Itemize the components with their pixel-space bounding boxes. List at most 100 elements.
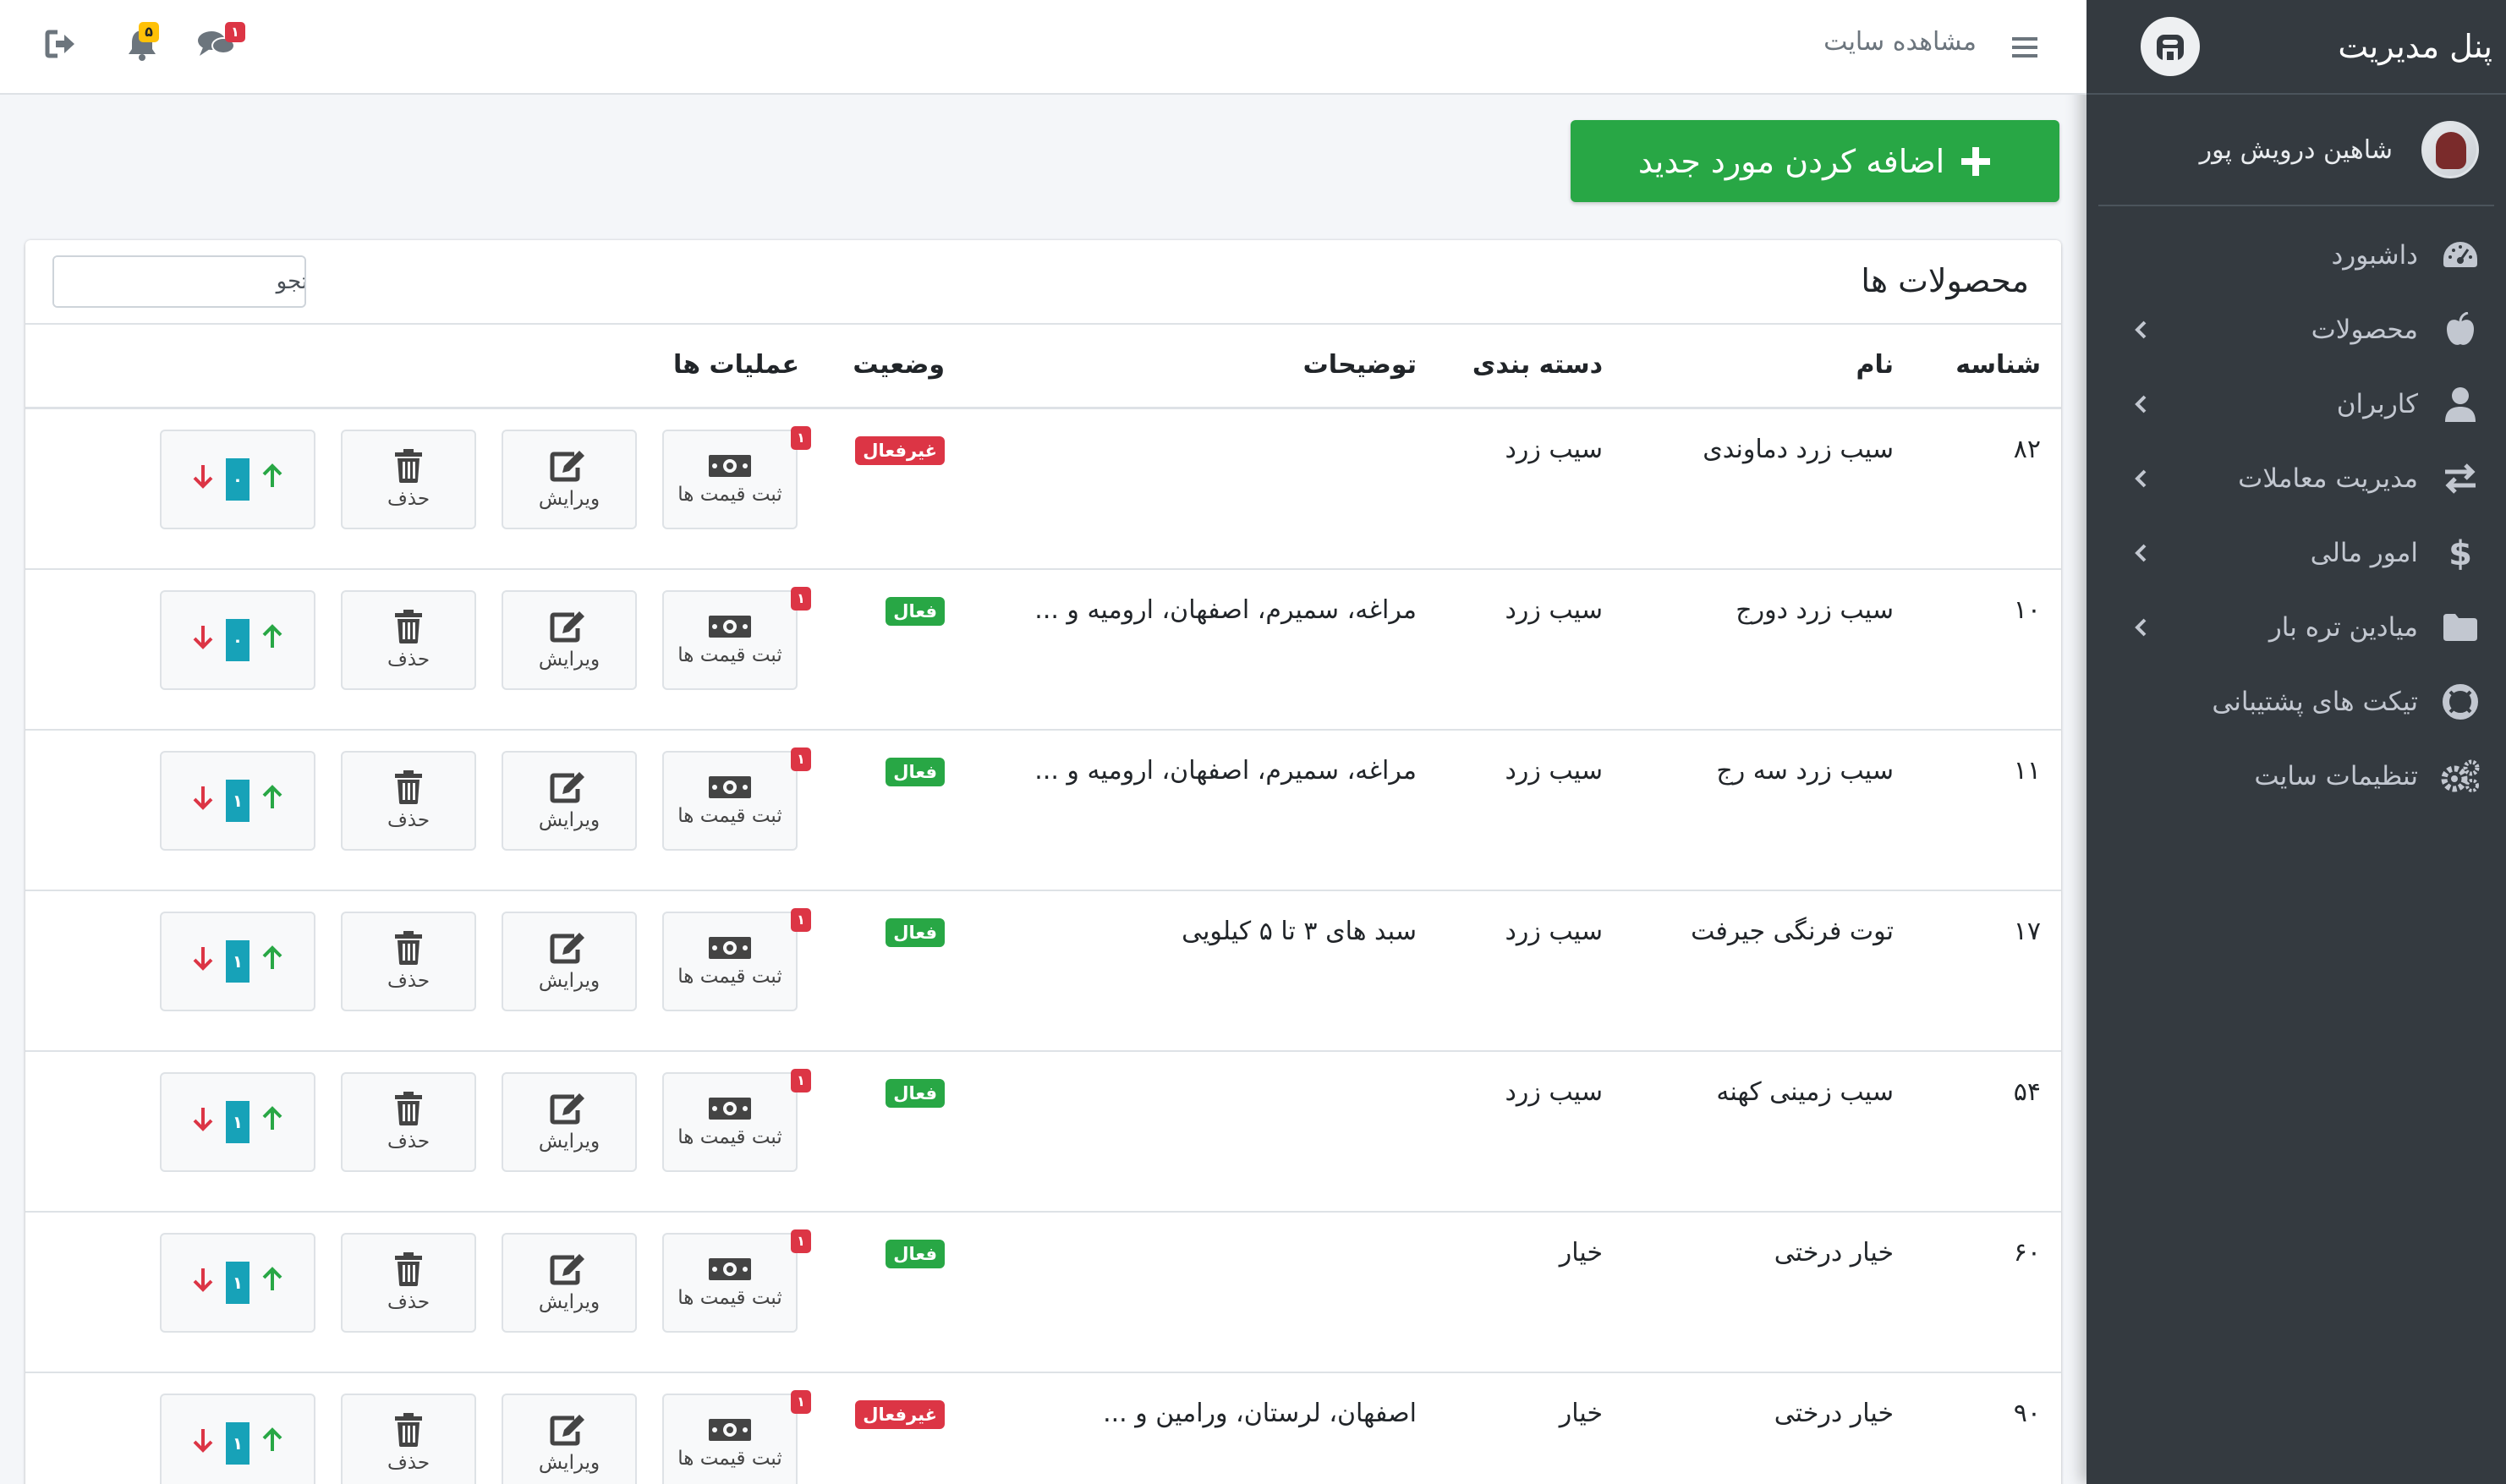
arrow-up-icon xyxy=(262,1427,282,1451)
status-badge: فعال xyxy=(886,1240,945,1268)
move-up-button[interactable] xyxy=(261,1106,283,1138)
trash-icon xyxy=(395,1413,422,1447)
delete-button[interactable]: حذف xyxy=(341,751,476,851)
register-prices-button[interactable]: ثبت قیمت ها ۱ xyxy=(662,587,811,690)
row-category: سیب زرد xyxy=(1505,435,1603,464)
move-up-button[interactable] xyxy=(261,1427,283,1459)
sort-order-controls: ۱ xyxy=(160,1072,315,1172)
edit-button[interactable]: ویرایش xyxy=(502,1072,637,1172)
sign-out-icon xyxy=(45,30,74,58)
column-header-id[interactable]: شناسه xyxy=(1955,350,2041,380)
gears-icon xyxy=(2440,756,2481,797)
row-description: اصفهان، لرستان، ورامین و ... xyxy=(1103,1399,1417,1428)
search-input[interactable] xyxy=(54,257,304,306)
move-down-button[interactable] xyxy=(192,1267,214,1299)
delete-button[interactable]: حذف xyxy=(341,430,476,529)
register-prices-button[interactable]: ثبت قیمت ها ۱ xyxy=(662,1229,811,1333)
status-badge: فعال xyxy=(886,597,945,626)
table-body: ۸۲ سیب زرد دماوندی سیب زرد غیرفعال ثبت ق… xyxy=(25,409,2061,1484)
move-up-button[interactable] xyxy=(261,463,283,496)
edit-button[interactable]: ویرایش xyxy=(502,590,637,690)
logout-button[interactable] xyxy=(37,27,78,68)
trash-icon xyxy=(395,931,422,965)
column-header-status[interactable]: وضعیت xyxy=(853,350,945,380)
sort-order-value: ۱ xyxy=(226,1101,250,1143)
delete-button[interactable]: حذف xyxy=(341,912,476,1011)
sort-order-value: ۱ xyxy=(226,940,250,983)
view-site-link[interactable]: مشاهده سایت xyxy=(1823,27,1977,57)
price-count-badge: ۱ xyxy=(791,1229,811,1253)
row-description: مراغه، سمیرم، اصفهان، ارومیه و ... xyxy=(1034,756,1417,786)
row-name: توت فرنگی جیرفت xyxy=(1691,917,1894,946)
money-bill-icon xyxy=(709,616,751,638)
brand[interactable]: پنل مدیریت xyxy=(2087,0,2506,95)
register-prices-button[interactable]: ثبت قیمت ها ۱ xyxy=(662,908,811,1011)
sidebar-item-products[interactable]: محصولات xyxy=(2087,293,2506,367)
edit-label: ویرایش xyxy=(538,649,600,671)
column-header-name[interactable]: نام xyxy=(1856,350,1894,380)
register-prices-button[interactable]: ثبت قیمت ها ۱ xyxy=(662,1390,811,1484)
trash-icon xyxy=(395,1092,422,1125)
move-up-button[interactable] xyxy=(261,624,283,656)
move-down-button[interactable] xyxy=(192,1106,214,1138)
delete-button[interactable]: حذف xyxy=(341,590,476,690)
search-group xyxy=(52,255,306,308)
sidebar-item-finance[interactable]: $ امور مالی xyxy=(2087,516,2506,590)
brand-logo-icon xyxy=(2141,17,2200,76)
sidebar-item-label: مدیریت معاملات xyxy=(2238,463,2418,494)
sort-order-controls: ۱ xyxy=(160,1233,315,1333)
sort-order-controls: ۱ xyxy=(160,912,315,1011)
edit-button[interactable]: ویرایش xyxy=(502,1394,637,1484)
column-header-description[interactable]: توضیحات xyxy=(1303,350,1417,380)
sidebar-item-markets[interactable]: میادین تره بار xyxy=(2087,590,2506,665)
delete-button[interactable]: حذف xyxy=(341,1072,476,1172)
move-up-button[interactable] xyxy=(261,945,283,977)
sidebar-item-dashboard[interactable]: داشبورد xyxy=(2087,218,2506,293)
move-down-button[interactable] xyxy=(192,945,214,977)
row-category: سیب زرد xyxy=(1505,756,1603,786)
register-prices-button[interactable]: ثبت قیمت ها ۱ xyxy=(662,1069,811,1172)
delete-button[interactable]: حذف xyxy=(341,1394,476,1484)
row-id: ۱۷ xyxy=(2013,917,2041,946)
move-up-button[interactable] xyxy=(261,1267,283,1299)
move-down-button[interactable] xyxy=(192,1427,214,1459)
row-name: سیب زرد دورج xyxy=(1736,595,1894,625)
add-new-item-label: اضافه کردن مورد جدید xyxy=(1637,142,1945,180)
price-count-badge: ۱ xyxy=(791,426,811,450)
row-name: خیار درختی xyxy=(1774,1399,1894,1428)
register-prices-button[interactable]: ثبت قیمت ها ۱ xyxy=(662,747,811,851)
delete-button[interactable]: حذف xyxy=(341,1233,476,1333)
arrow-down-icon xyxy=(193,1268,213,1292)
sidebar-item-transactions[interactable]: مدیریت معاملات xyxy=(2087,441,2506,516)
edit-icon xyxy=(550,1254,584,1285)
edit-button[interactable]: ویرایش xyxy=(502,912,637,1011)
move-down-button[interactable] xyxy=(192,463,214,496)
table-row: ۱۰ سیب زرد دورج سیب زرد مراغه، سمیرم، اص… xyxy=(25,570,2061,731)
move-down-button[interactable] xyxy=(192,624,214,656)
messages-button[interactable]: ۱ xyxy=(196,22,245,68)
move-down-button[interactable] xyxy=(192,785,214,817)
move-up-button[interactable] xyxy=(261,785,283,817)
column-header-category[interactable]: دسته بندی xyxy=(1472,350,1603,380)
sidebar-item-tickets[interactable]: تیکت های پشتیبانی xyxy=(2087,665,2506,739)
edit-button[interactable]: ویرایش xyxy=(502,430,637,529)
table-row: ۸۲ سیب زرد دماوندی سیب زرد غیرفعال ثبت ق… xyxy=(25,409,2061,570)
register-prices-label: ثبت قیمت ها xyxy=(677,1126,782,1148)
sidebar-item-settings[interactable]: تنظیمات سایت xyxy=(2087,739,2506,813)
add-new-item-button[interactable]: اضافه کردن مورد جدید xyxy=(1571,120,2059,202)
arrow-down-icon xyxy=(193,1108,213,1131)
price-count-badge: ۱ xyxy=(791,747,811,771)
row-name: سیب زمینی کهنه xyxy=(1716,1077,1894,1107)
edit-button[interactable]: ویرایش xyxy=(502,751,637,851)
delete-label: حذف xyxy=(387,488,430,510)
register-prices-button[interactable]: ثبت قیمت ها ۱ xyxy=(662,426,811,529)
sidebar-item-users[interactable]: کاربران xyxy=(2087,367,2506,441)
brand-title: پنل مدیریت xyxy=(2338,28,2492,65)
status-badge: غیرفعال xyxy=(855,1400,945,1429)
edit-label: ویرایش xyxy=(538,1452,600,1474)
edit-button[interactable]: ویرایش xyxy=(502,1233,637,1333)
table-row: ۹۰ خیار درختی خیار اصفهان، لرستان، ورامی… xyxy=(25,1373,2061,1484)
notifications-button[interactable]: ۵ xyxy=(118,22,159,68)
user-panel[interactable]: شاهین درویش پور xyxy=(2098,95,2494,206)
hamburger-menu-icon[interactable] xyxy=(2007,29,2044,66)
